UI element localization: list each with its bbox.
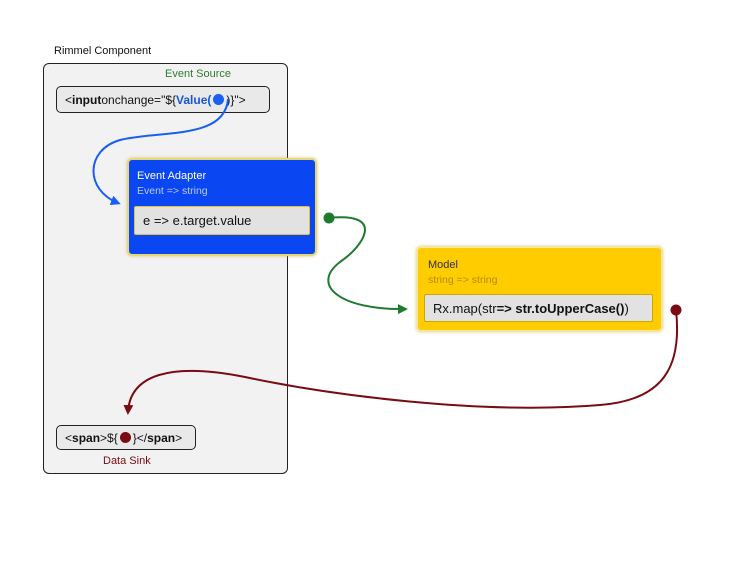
flow-wires <box>92 98 682 415</box>
red-flow-arrow <box>123 309 679 415</box>
blue-flow-arrow <box>92 98 229 206</box>
green-flow-arrow <box>327 216 408 315</box>
